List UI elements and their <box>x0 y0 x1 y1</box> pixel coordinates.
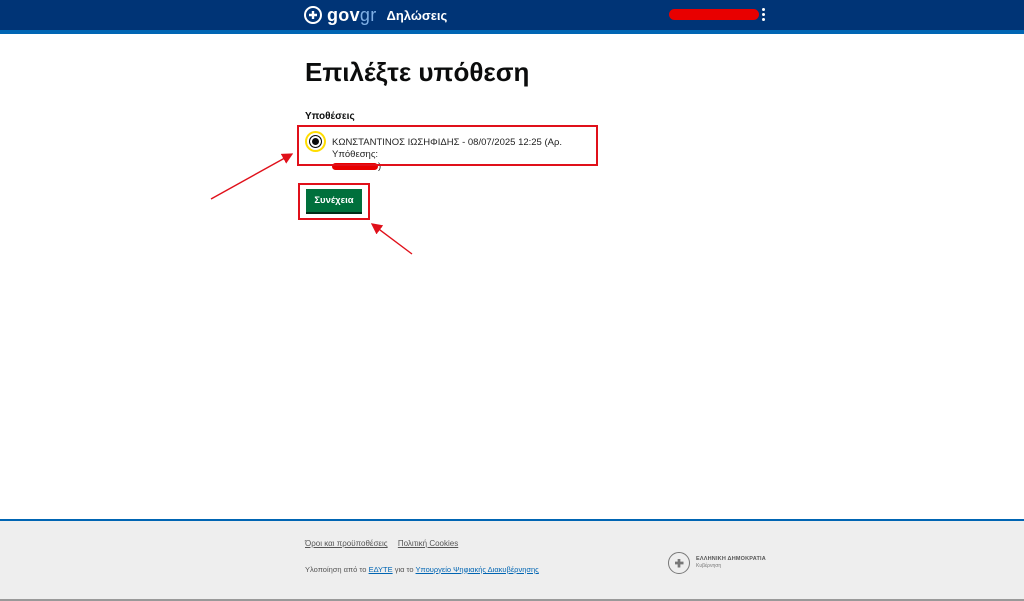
cases-legend: Υποθέσεις <box>305 111 355 122</box>
highlight-box-option <box>297 125 598 166</box>
service-name[interactable]: Δηλώσεις <box>387 8 448 23</box>
arrow-to-button <box>370 223 413 255</box>
republic-title: ΕΛΛΗΝΙΚΗ ΔΗΜΟΚΡΑΤΙΑ <box>696 556 766 562</box>
more-menu-icon[interactable] <box>759 6 767 24</box>
cross-emblem-icon <box>304 6 322 24</box>
govgr-brand[interactable]: govgr Δηλώσεις <box>304 5 447 25</box>
redacted-user-name <box>669 9 759 20</box>
page-title: Επιλέξτε υπόθεση <box>305 57 530 87</box>
footer-links: Όροι και προϋποθέσεις Πολιτική Cookies <box>305 539 466 548</box>
footer-credits: Υλοποίηση από το ΕΔΥΤΕ για το Υπουργείο … <box>305 565 539 574</box>
annotation-arrows <box>210 153 413 255</box>
edyte-link[interactable]: ΕΔΥΤΕ <box>369 565 393 574</box>
arrow-to-option <box>210 153 294 200</box>
hellenic-emblem-icon <box>668 552 690 574</box>
terms-link[interactable]: Όροι και προϋποθέσεις <box>305 539 388 548</box>
highlight-box-button <box>298 183 370 220</box>
top-header: govgr Δηλώσεις <box>0 0 1024 34</box>
ministry-link[interactable]: Υπουργείο Ψηφιακής Διακυβέρνησης <box>416 565 539 574</box>
footer: Όροι και προϋποθέσεις Πολιτική Cookies Υ… <box>0 519 1024 601</box>
govgr-logo: govgr <box>327 4 377 25</box>
hellenic-republic-logo[interactable]: ΕΛΛΗΝΙΚΗ ΔΗΜΟΚΡΑΤΙΑ Κυβέρνηση <box>668 552 766 574</box>
republic-subtitle: Κυβέρνηση <box>696 563 722 569</box>
cookies-policy-link[interactable]: Πολιτική Cookies <box>398 539 458 548</box>
